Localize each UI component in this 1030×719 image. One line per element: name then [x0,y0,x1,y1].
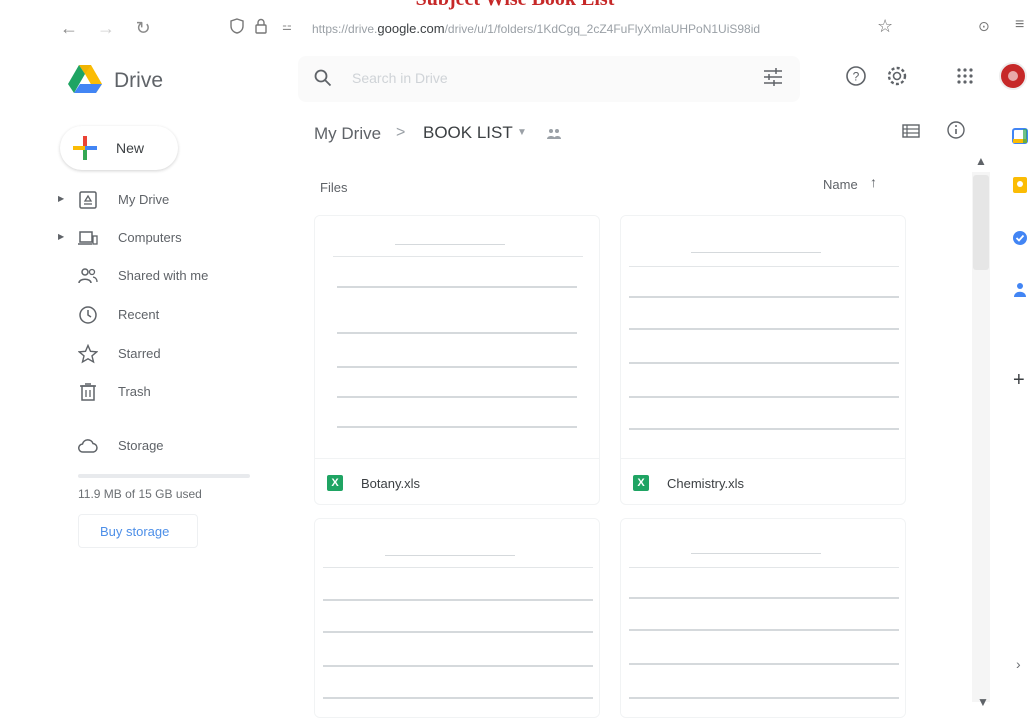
sidebar-item-label: Recent [118,307,160,322]
url-path: /drive/u/1/folders/1KdCgq_2cZ4FuFlyXmlaU… [444,22,761,36]
file-card-footer[interactable]: X Chemistry.xls [621,458,905,504]
buy-storage-button[interactable]: Buy storage [78,514,198,548]
add-addon-icon[interactable]: + [1013,369,1025,392]
my-drive-icon [79,191,97,209]
sort-by-name[interactable]: Name [823,177,858,192]
file-card-footer[interactable]: X Botany.xls [315,458,599,504]
storage-usage-text: 11.9 MB of 15 GB used [78,487,202,501]
file-thumbnail [315,519,599,717]
sidebar-item-computers[interactable]: ▶ Computers [58,224,258,254]
sidebar-item-storage[interactable]: Storage [58,432,258,462]
breadcrumb-my-drive[interactable]: My Drive [314,124,381,144]
settings-gear-icon[interactable] [886,65,908,87]
shared-icon [78,268,98,284]
cloud-icon [78,439,98,453]
plus-icon [73,136,97,160]
drive-logo-icon[interactable] [68,64,102,94]
sidebar-item-starred[interactable]: Starred [58,340,258,370]
sidebar-item-label: My Drive [118,192,170,207]
breadcrumb-separator: > [396,124,406,141]
scrollbar-thumb[interactable] [973,175,989,270]
file-card[interactable]: X Botany.xls [314,215,600,505]
scroll-down-icon[interactable]: ▼ [977,695,989,709]
svg-text:?: ? [853,70,860,84]
file-card[interactable] [620,518,906,718]
file-thumbnail [621,519,905,717]
file-thumbnail [315,216,599,458]
computers-icon [78,231,98,245]
sidebar-item-shared[interactable]: Shared with me [58,262,258,292]
sidebar-item-recent[interactable]: Recent [58,301,258,331]
files-section-label: Files [320,180,348,195]
browser-toolbar: ← → ↻ ⚍ https://drive.google.com/drive/u… [0,0,1030,56]
app-name[interactable]: Drive [114,69,163,93]
contacts-icon[interactable] [1012,282,1028,298]
url-bar[interactable]: https://drive.google.com/drive/u/1/folde… [312,21,760,36]
search-input[interactable]: Search in Drive [352,70,448,86]
breadcrumb-current-folder[interactable]: BOOK LIST [423,123,513,143]
url-domain: google.com [377,21,445,36]
tasks-icon[interactable] [1012,230,1028,246]
forward-arrow-icon[interactable]: → [95,18,117,39]
expand-caret-icon[interactable]: ▶ [58,194,64,203]
shared-folder-icon[interactable] [546,128,562,140]
account-avatar[interactable] [999,62,1027,90]
sidebar-item-label: Trash [118,384,151,399]
lock-icon[interactable] [255,18,267,34]
list-view-icon[interactable] [902,124,920,138]
file-thumbnail [621,216,905,458]
expand-caret-icon[interactable]: ▶ [58,232,64,241]
calendar-icon[interactable] [1012,128,1028,144]
star-icon [78,344,98,364]
permissions-icon[interactable]: ⚍ [282,20,292,33]
reload-icon[interactable]: ↻ [132,18,154,39]
sidebar-item-label: Computers [118,230,182,245]
sidebar-item-label: Starred [118,346,161,361]
search-options-icon[interactable] [763,68,783,86]
sort-direction-icon[interactable]: ↑ [870,174,877,190]
file-card[interactable]: X Chemistry.xls [620,215,906,505]
search-bar[interactable]: Search in Drive [298,56,800,102]
sidebar-item-trash[interactable]: Trash [58,378,258,408]
folder-dropdown-icon[interactable]: ▼ [517,127,527,138]
new-button[interactable]: New [60,126,178,170]
bookmark-star-icon[interactable]: ☆ [877,16,893,37]
trash-icon [80,383,96,401]
sidebar-item-my-drive[interactable]: ▶ My Drive [58,186,258,216]
new-button-label: New [116,140,145,156]
file-name: Chemistry.xls [667,476,745,491]
sheets-file-icon: X [327,475,343,491]
buy-storage-label: Buy storage [100,524,170,539]
sidebar-item-label: Storage [118,438,164,453]
expand-panel-icon[interactable]: › [1016,656,1021,672]
back-arrow-icon[interactable]: ← [58,18,80,39]
keep-icon[interactable] [1012,177,1028,193]
info-icon[interactable] [946,120,966,140]
storage-usage-bar [78,474,250,478]
pocket-icon[interactable]: ⊙ [978,18,990,35]
apps-grid-icon[interactable] [957,68,973,84]
file-card[interactable] [314,518,600,718]
search-icon[interactable] [314,69,332,87]
help-icon[interactable]: ? [845,65,867,87]
browser-menu-icon[interactable]: ≡ [1015,16,1024,34]
sidebar-item-label: Shared with me [118,268,209,283]
url-prefix: https://drive. [312,22,378,36]
file-name: Botany.xls [361,476,421,491]
sheets-file-icon: X [633,475,649,491]
clock-icon [79,306,97,324]
scroll-up-icon[interactable]: ▲ [975,154,987,168]
shield-icon[interactable] [230,18,244,34]
